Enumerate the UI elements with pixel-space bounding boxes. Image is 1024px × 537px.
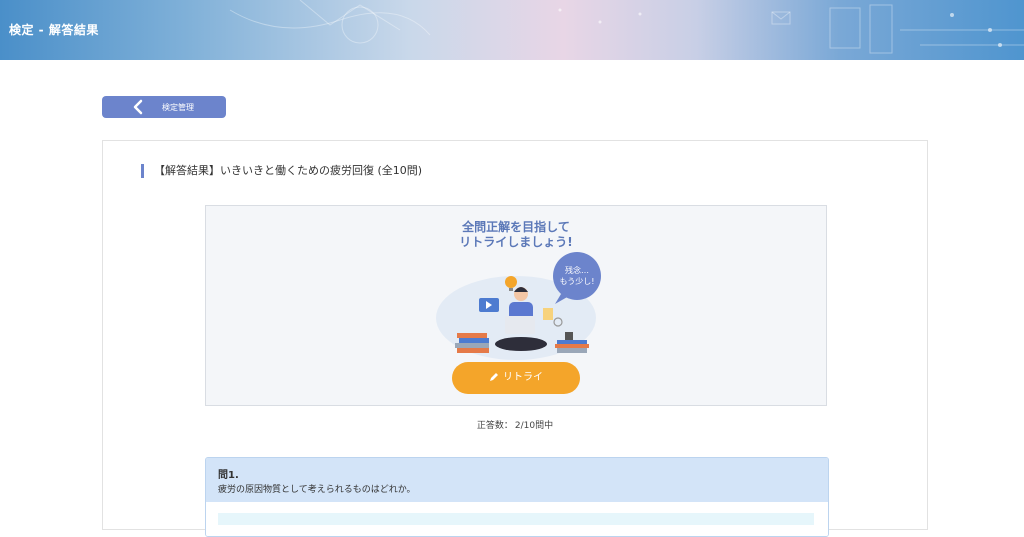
lightbulb-icon xyxy=(505,276,517,288)
bubble-text-line1: 残念… xyxy=(565,265,589,275)
chevron-left-icon xyxy=(133,99,143,115)
header-decoration xyxy=(229,0,1024,54)
back-button[interactable]: 検定管理 xyxy=(102,96,226,118)
page-title: 【解答結果】いきいきと働くための疲労回復 (全10問) xyxy=(141,164,422,178)
header-banner: 検定 - 解答結果 xyxy=(0,0,1024,60)
answer-option[interactable] xyxy=(218,513,814,525)
bubble-text-line2: もう少し! xyxy=(560,277,595,286)
question-body xyxy=(206,502,828,536)
pencil-icon xyxy=(490,373,498,381)
question-card: 問1. 疲労の原因物質として考えられるものはどれか。 xyxy=(205,457,829,537)
question-text: 疲労の原因物質として考えられるものはどれか。 xyxy=(218,485,416,495)
back-button-label: 検定管理 xyxy=(162,103,194,112)
page-header-title: 検定 - 解答結果 xyxy=(9,23,99,37)
result-card: 【解答結果】いきいきと働くための疲労回復 (全10問) 全問正解を目指して リト… xyxy=(102,140,928,537)
score-text: 正答数： 2/10問中 xyxy=(103,418,927,431)
result-panel: 全問正解を目指して リトライしましょう! 残念… もう少し! リトライ xyxy=(205,205,827,406)
result-illustration: 残念… もう少し! xyxy=(436,252,601,360)
question-number: 問1. xyxy=(218,470,239,481)
score-label: 正答数： xyxy=(476,421,513,431)
score-value: 2/10問中 xyxy=(514,421,554,431)
question-header: 問1. 疲労の原因物質として考えられるものはどれか。 xyxy=(206,458,828,502)
retry-button-label: リトライ xyxy=(503,372,543,383)
retry-button[interactable]: リトライ xyxy=(452,362,580,394)
